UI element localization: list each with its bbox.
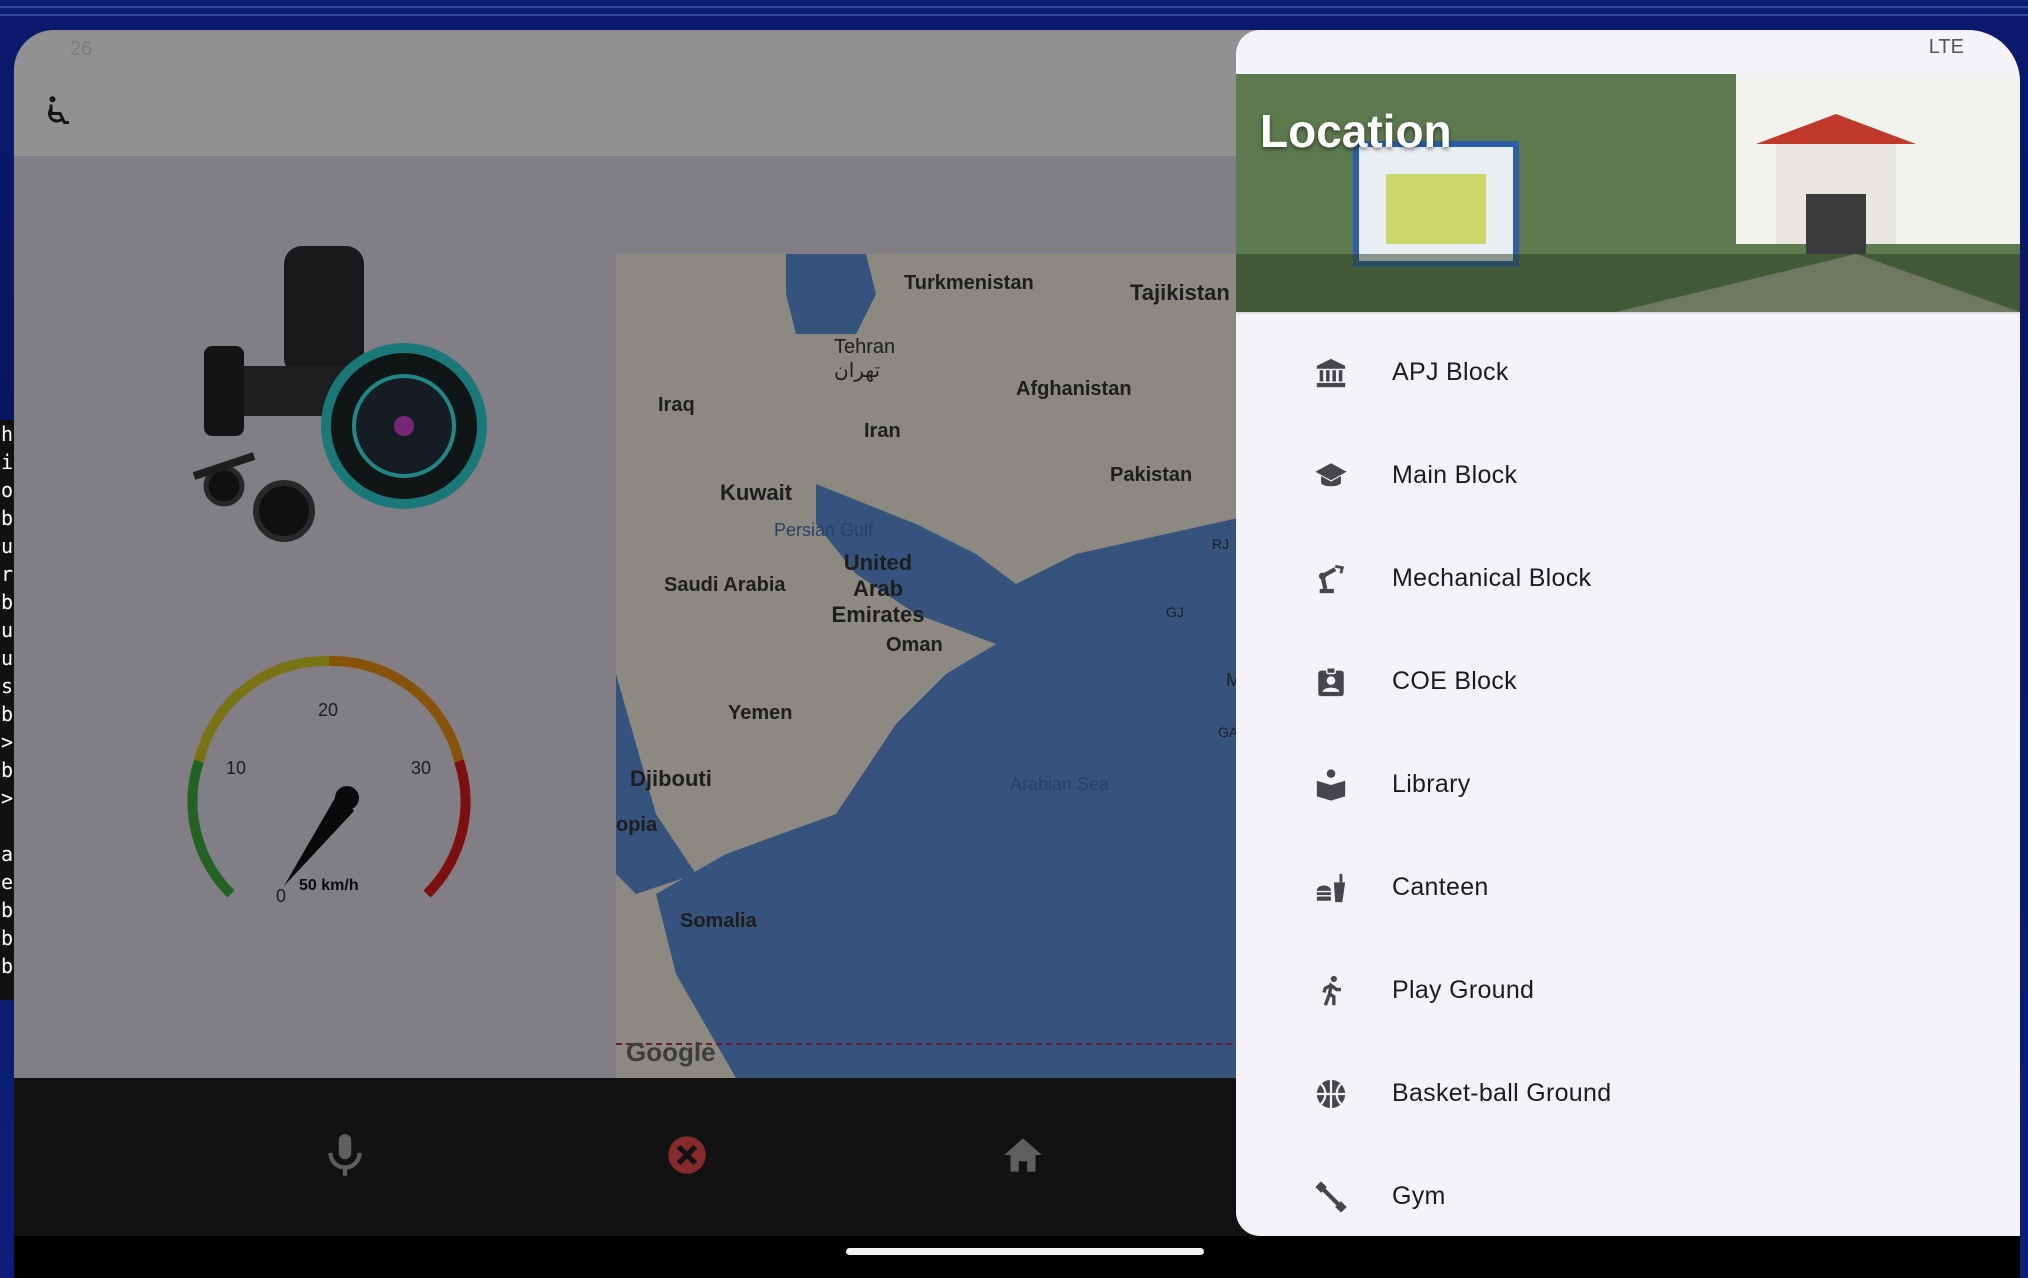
menu-item-coe-block[interactable]: COE Block	[1236, 629, 2020, 732]
gesture-bar	[14, 1236, 2020, 1278]
robot-arm-icon	[1318, 564, 1345, 594]
menu-item-label: Canteen	[1392, 873, 1489, 901]
menu-item-canteen[interactable]: Canteen	[1236, 835, 2020, 938]
side-strip-char: i	[0, 450, 14, 474]
institution-icon	[1316, 358, 1346, 388]
side-strip-char: r	[0, 562, 14, 586]
side-strip-char: a	[0, 842, 14, 866]
side-strip-char: b	[0, 926, 14, 950]
side-strip-char: b	[0, 954, 14, 978]
menu-item-label: Library	[1392, 770, 1471, 798]
side-strip-char: >	[0, 786, 14, 810]
menu-item-basketball-ground[interactable]: Basket-ball Ground	[1236, 1041, 2020, 1144]
basketball-icon	[1316, 1079, 1346, 1109]
menu-item-label: Gym	[1392, 1182, 1446, 1210]
home-indicator[interactable]	[846, 1248, 1204, 1255]
side-strip-char: h	[0, 422, 14, 446]
menu-item-main-block[interactable]: Main Block	[1236, 423, 2020, 526]
location-drawer: LTE Location APJ Block Main Block Mechan…	[1236, 30, 2020, 1236]
menu-item-label: Basket-ball Ground	[1392, 1079, 1612, 1107]
tablet-screen: 26 0 10 20 30 50 km/h Turkmenistan Tajik…	[14, 30, 2020, 1278]
drawer-header-image: Location	[1236, 74, 2020, 314]
badge-icon	[1318, 667, 1344, 697]
side-strip-char: b	[0, 898, 14, 922]
menu-item-label: APJ Block	[1392, 358, 1509, 386]
menu-item-label: Play Ground	[1392, 976, 1535, 1004]
side-strip-char: u	[0, 534, 14, 558]
graduation-cap-icon	[1315, 463, 1347, 487]
menu-item-gym[interactable]: Gym	[1236, 1144, 2020, 1236]
side-strip-char: b	[0, 506, 14, 530]
location-menu: APJ Block Main Block Mechanical Block CO…	[1236, 320, 2020, 1236]
menu-item-apj-block[interactable]: APJ Block	[1236, 320, 2020, 423]
run-icon	[1322, 975, 1341, 1006]
background-streak	[0, 6, 2028, 8]
reader-icon	[1316, 769, 1346, 801]
menu-item-play-ground[interactable]: Play Ground	[1236, 938, 2020, 1041]
menu-item-label: Mechanical Block	[1392, 564, 1592, 592]
menu-item-label: Main Block	[1392, 461, 1518, 489]
side-strip-char: u	[0, 618, 14, 642]
side-text-strip: h i o b u r b u u s b > b > a e b b b	[0, 420, 14, 1000]
menu-item-mechanical-block[interactable]: Mechanical Block	[1236, 526, 2020, 629]
background-streak	[0, 14, 2028, 16]
side-strip-char: u	[0, 646, 14, 670]
side-strip-char: e	[0, 870, 14, 894]
network-status: LTE	[1928, 36, 1964, 58]
fastfood-icon	[1316, 873, 1346, 903]
side-strip-char: b	[0, 758, 14, 782]
menu-item-label: COE Block	[1392, 667, 1517, 695]
side-strip-char: b	[0, 590, 14, 614]
dumbbell-icon	[1315, 1181, 1347, 1213]
side-strip-char: o	[0, 478, 14, 502]
side-strip-char	[0, 812, 14, 840]
menu-item-library[interactable]: Library	[1236, 732, 2020, 835]
side-strip-char: s	[0, 674, 14, 698]
drawer-title: Location	[1260, 105, 1452, 157]
side-strip-char: >	[0, 730, 14, 754]
side-strip-char: b	[0, 702, 14, 726]
